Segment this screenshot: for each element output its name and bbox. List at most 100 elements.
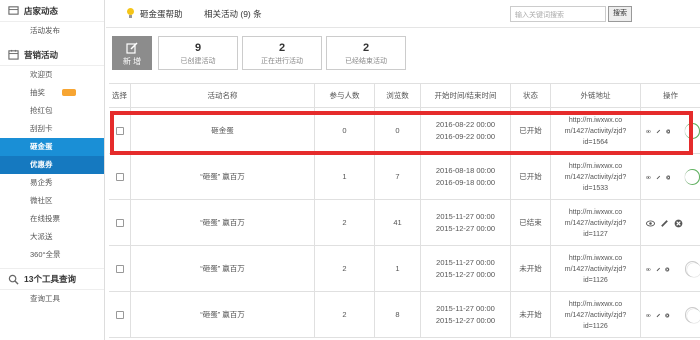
row-checkbox[interactable] bbox=[115, 311, 124, 319]
participants-cell: 2 bbox=[315, 292, 375, 338]
participants-cell: 1 bbox=[315, 154, 375, 200]
edit-icon[interactable] bbox=[656, 173, 661, 182]
url-line: m/1427/activity/zjd? bbox=[564, 311, 627, 319]
sidebar-item-panorama[interactable]: 360°全景 bbox=[0, 246, 104, 264]
url-line: http://m.iwxwx.co bbox=[568, 208, 623, 216]
row-checkbox[interactable] bbox=[115, 265, 124, 273]
toggle-knob bbox=[686, 263, 700, 277]
url-line: http://m.iwxwx.co bbox=[568, 162, 623, 170]
store-icon bbox=[8, 6, 19, 15]
sidebar-item-giveaway[interactable]: 大派送 bbox=[0, 228, 104, 246]
sidebar-item-redpacket[interactable]: 抢红包 bbox=[0, 102, 104, 120]
url-cell[interactable]: http://m.iwxwx.co m/1427/activity/zjd? id=… bbox=[551, 200, 641, 246]
help-link[interactable]: 砸金蛋帮助 bbox=[140, 8, 183, 20]
url-line: id=1126 bbox=[583, 276, 608, 284]
delete-icon[interactable] bbox=[665, 173, 671, 182]
url-cell[interactable]: http://m.iwxwx.co m/1427/activity/zjd? id=… bbox=[551, 154, 641, 200]
actions-cell bbox=[641, 246, 700, 292]
stat-number: 9 bbox=[194, 42, 202, 54]
search-input[interactable]: 输入关键词搜索 bbox=[510, 6, 606, 22]
row-checkbox[interactable] bbox=[115, 173, 124, 181]
name-cell: “砸蛋” 赢百万 bbox=[131, 154, 315, 200]
sidebar-item-golden-egg[interactable]: 砸金蛋 bbox=[0, 138, 104, 156]
sidebar-item-scratch[interactable]: 刮刮卡 bbox=[0, 120, 104, 138]
sidebar-section-label: 营销活动 bbox=[24, 49, 59, 60]
sidebar-item-query-tool[interactable]: 查询工具 bbox=[0, 290, 104, 308]
time-cell: 2015-11-27 00:00 2015-12-27 00:00 bbox=[421, 292, 511, 338]
sidebar-section-store[interactable]: 店家动态 bbox=[0, 0, 104, 22]
actions-cell bbox=[641, 154, 700, 200]
stat-ended[interactable]: 2 已经结束活动 bbox=[326, 36, 406, 70]
row-checkbox[interactable] bbox=[115, 219, 124, 227]
sidebar-section-label: 店家动态 bbox=[24, 5, 59, 16]
sidebar-item-community[interactable]: 微社区 bbox=[0, 192, 104, 210]
table-row[interactable]: “砸蛋” 赢百万 1 7 2016-08-18 00:00 2016-09-18 00:… bbox=[109, 154, 700, 200]
stat-created[interactable]: 9 已创建活动 bbox=[158, 36, 238, 70]
table-row[interactable]: “砸蛋” 赢百万 2 41 2015-11-27 00:00 2015-12-27 00… bbox=[109, 200, 700, 246]
sidebar-section-tools[interactable]: 13个工具查询 bbox=[0, 268, 104, 290]
col-views: 浏览数 bbox=[375, 84, 421, 108]
delete-icon[interactable] bbox=[674, 219, 683, 228]
url-cell[interactable]: http://m.iwxwx.co m/1427/activity/zjd? id=… bbox=[551, 292, 641, 338]
sidebar-item-vote[interactable]: 在线投票 bbox=[0, 210, 104, 228]
url-line: m/1427/activity/zjd? bbox=[564, 219, 627, 227]
url-line: id=1533 bbox=[582, 184, 609, 192]
sidebar-item-coupon[interactable]: 优惠券 bbox=[0, 156, 104, 174]
sidebar: 店家动态 活动发布 营销活动 欢迎页 抽奖 抢红包 刮刮卡 砸金蛋 优惠券 易企… bbox=[0, 0, 105, 340]
views-cell: 8 bbox=[375, 292, 421, 338]
stat-label: 已创建活动 bbox=[180, 58, 216, 65]
views-cell: 7 bbox=[375, 154, 421, 200]
url-line: id=1127 bbox=[583, 230, 608, 238]
stat-label: 正在进行活动 bbox=[261, 58, 303, 65]
delete-icon[interactable] bbox=[665, 265, 670, 274]
start-time: 2015-11-27 00:00 bbox=[436, 304, 495, 313]
calendar-icon bbox=[8, 49, 19, 60]
status-toggle[interactable] bbox=[684, 261, 700, 277]
edit-icon[interactable] bbox=[660, 219, 669, 228]
col-status: 状态 bbox=[511, 84, 551, 108]
top-bar: 砸金蛋帮助 相关活动 (9) 条 输入关键词搜索 搜索 bbox=[106, 0, 700, 28]
new-button[interactable]: 新 增 bbox=[112, 36, 152, 70]
view-icon[interactable] bbox=[646, 173, 651, 182]
table-header: 选择 活动名称 参与人数 浏览数 开始时间/结束时间 状态 外链地址 操作 bbox=[109, 84, 700, 108]
url-line: http://m.iwxwx.co bbox=[568, 254, 623, 262]
col-url: 外链地址 bbox=[551, 84, 641, 108]
participants-cell: 2 bbox=[315, 246, 375, 292]
edit-icon[interactable] bbox=[656, 311, 661, 320]
sidebar-section-marketing[interactable]: 营销活动 bbox=[0, 44, 104, 66]
edit-icon bbox=[126, 42, 138, 54]
related-activities[interactable]: 相关活动 (9) 条 bbox=[204, 8, 262, 20]
table-row[interactable]: “砸蛋” 赢百万 2 1 2015-11-27 00:00 2015-12-27 00:… bbox=[109, 246, 700, 292]
end-time: 2015-12-27 00:00 bbox=[435, 316, 496, 325]
sidebar-item-publish[interactable]: 活动发布 bbox=[0, 22, 104, 40]
status-toggle[interactable] bbox=[685, 169, 700, 185]
sidebar-item-lottery[interactable]: 抽奖 bbox=[0, 84, 104, 102]
sidebar-item-label: 抽奖 bbox=[30, 88, 45, 97]
view-icon[interactable] bbox=[646, 265, 651, 274]
status-toggle[interactable] bbox=[684, 307, 700, 323]
name-cell: “砸蛋” 赢百万 bbox=[131, 246, 315, 292]
edit-icon[interactable] bbox=[656, 265, 661, 274]
sidebar-section-label: 13个工具查询 bbox=[24, 274, 76, 284]
select-cell bbox=[109, 200, 131, 246]
name-cell: “砸蛋” 赢百万 bbox=[131, 200, 315, 246]
stat-label: 已经结束活动 bbox=[345, 58, 387, 65]
start-time: 2016-08-18 00:00 bbox=[435, 166, 496, 175]
view-icon[interactable] bbox=[646, 311, 651, 320]
table-row[interactable]: “砸蛋” 赢百万 2 8 2015-11-27 00:00 2015-12-27 00:… bbox=[109, 292, 700, 338]
url-cell[interactable]: http://m.iwxwx.co m/1427/activity/zjd? id=… bbox=[551, 246, 641, 292]
delete-icon[interactable] bbox=[665, 311, 670, 320]
stat-running[interactable]: 2 正在进行活动 bbox=[242, 36, 322, 70]
end-time: 2015-12-27 00:00 bbox=[435, 270, 496, 279]
col-select: 选择 bbox=[109, 84, 131, 108]
sidebar-item-eqxiu[interactable]: 易企秀 bbox=[0, 174, 104, 192]
search-button[interactable]: 搜索 bbox=[608, 6, 632, 22]
time-cell: 2015-11-27 00:00 2015-12-27 00:00 bbox=[421, 200, 511, 246]
sidebar-item-welcome[interactable]: 欢迎页 bbox=[0, 66, 104, 84]
col-name: 活动名称 bbox=[131, 84, 315, 108]
view-icon[interactable] bbox=[646, 219, 655, 228]
participants-cell: 2 bbox=[315, 200, 375, 246]
new-button-label: 新 增 bbox=[122, 57, 142, 66]
select-cell bbox=[109, 154, 131, 200]
actions-cell bbox=[641, 200, 700, 246]
